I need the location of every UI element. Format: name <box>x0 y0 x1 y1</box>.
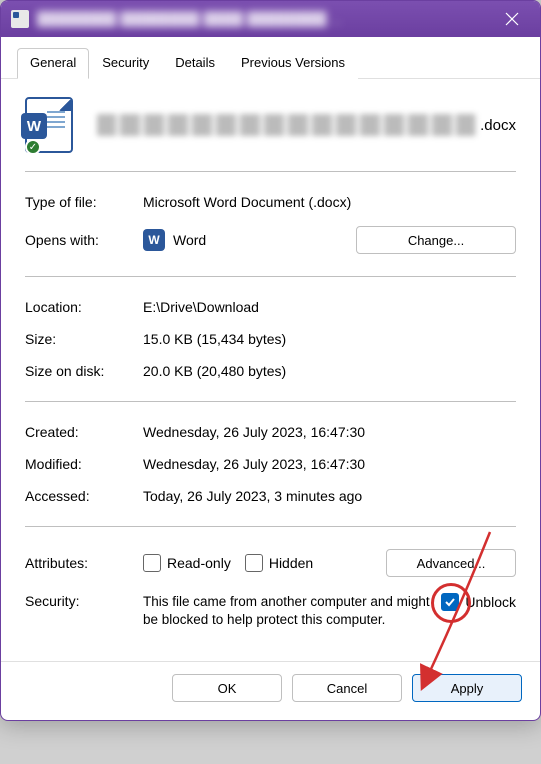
created-label: Created: <box>25 424 143 440</box>
hidden-label: Hidden <box>269 555 313 571</box>
checkmark-icon <box>444 596 456 608</box>
advanced-button[interactable]: Advanced... <box>386 549 516 577</box>
hidden-checkbox[interactable]: Hidden <box>245 554 313 572</box>
word-app-icon: W <box>143 229 165 251</box>
type-of-file-value: Microsoft Word Document (.docx) <box>143 194 516 210</box>
attributes-label: Attributes: <box>25 555 143 571</box>
opens-with-value: Word <box>173 232 206 248</box>
size-on-disk-value: 20.0 KB (20,480 bytes) <box>143 363 516 379</box>
close-icon <box>505 12 519 26</box>
tab-general[interactable]: General <box>17 48 89 79</box>
filename-field[interactable]: .docx <box>97 114 516 136</box>
word-document-icon <box>11 10 29 28</box>
change-button[interactable]: Change... <box>356 226 516 254</box>
created-value: Wednesday, 26 July 2023, 16:47:30 <box>143 424 516 440</box>
accessed-value: Today, 26 July 2023, 3 minutes ago <box>143 488 516 504</box>
titlebar: ████████ ████████ ████ ████████ ... <box>1 1 540 37</box>
unblock-checkbox[interactable]: Unblock <box>441 593 516 611</box>
size-value: 15.0 KB (15,434 bytes) <box>143 331 516 347</box>
accessed-label: Accessed: <box>25 488 143 504</box>
unblock-label: Unblock <box>465 594 516 610</box>
dialog-footer: OK Cancel Apply <box>1 661 540 720</box>
type-of-file-label: Type of file: <box>25 194 143 210</box>
location-label: Location: <box>25 299 143 315</box>
security-label: Security: <box>25 593 143 609</box>
file-extension: .docx <box>480 117 516 134</box>
tab-strip: General Security Details Previous Versio… <box>1 37 540 79</box>
tab-previous-versions[interactable]: Previous Versions <box>228 48 358 79</box>
size-label: Size: <box>25 331 143 347</box>
modified-value: Wednesday, 26 July 2023, 16:47:30 <box>143 456 516 472</box>
cancel-button[interactable]: Cancel <box>292 674 402 702</box>
readonly-checkbox[interactable]: Read-only <box>143 554 231 572</box>
tab-security[interactable]: Security <box>89 48 162 79</box>
modified-label: Modified: <box>25 456 143 472</box>
file-type-icon: W ✓ <box>25 97 73 153</box>
tab-details[interactable]: Details <box>162 48 228 79</box>
size-on-disk-label: Size on disk: <box>25 363 143 379</box>
apply-button[interactable]: Apply <box>412 674 522 702</box>
readonly-label: Read-only <box>167 555 231 571</box>
close-button[interactable] <box>492 5 532 33</box>
properties-dialog: ████████ ████████ ████ ████████ ... Gene… <box>0 0 541 721</box>
ok-button[interactable]: OK <box>172 674 282 702</box>
security-message: This file came from another computer and… <box>143 593 441 629</box>
window-title: ████████ ████████ ████ ████████ ... <box>37 11 492 27</box>
opens-with-label: Opens with: <box>25 232 143 248</box>
general-panel: W ✓ .docx Type of file: Microsoft Word D… <box>1 79 540 661</box>
location-value: E:\Drive\Download <box>143 299 516 315</box>
